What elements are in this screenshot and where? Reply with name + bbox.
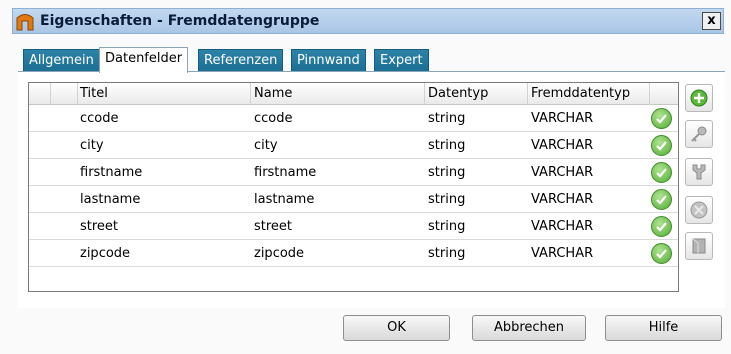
cell-titel: city [80, 138, 104, 153]
column-separator [250, 83, 251, 105]
cell-name: city [254, 138, 278, 153]
close-button[interactable]: x [702, 12, 721, 30]
title-bar[interactable]: Eigenschaften - Fremddatengruppe x [12, 8, 724, 34]
grid-header: Titel Name Datentyp Fremddatentyp [29, 83, 678, 105]
tab-referenzen[interactable]: Referenzen [198, 49, 284, 72]
key-button[interactable] [685, 120, 713, 148]
cell-titel: street [80, 219, 119, 234]
add-button[interactable] [685, 84, 713, 112]
ok-icon [651, 108, 672, 129]
cell-fremddatentyp: VARCHAR [531, 165, 594, 180]
delete-icon [690, 201, 708, 219]
app-icon [16, 14, 34, 31]
cell-name: street [254, 219, 293, 234]
tab-allgemein[interactable]: Allgemein [23, 49, 100, 72]
cell-name: zipcode [254, 246, 305, 261]
page-icon [692, 238, 706, 254]
table-row[interactable]: firstname firstname string VARCHAR [29, 159, 678, 186]
ok-icon [651, 243, 672, 264]
cell-datentyp: string [428, 138, 466, 153]
table-row[interactable]: city city string VARCHAR [29, 132, 678, 159]
page-button[interactable] [685, 232, 713, 260]
key-icon [691, 126, 707, 142]
wrench-button[interactable] [685, 158, 713, 186]
column-separator [527, 83, 528, 105]
cell-name: firstname [254, 165, 317, 180]
delete-button[interactable] [685, 196, 713, 224]
cell-datentyp: string [428, 192, 466, 207]
add-icon [690, 89, 708, 107]
properties-dialog: Eigenschaften - Fremddatengruppe x Allge… [0, 0, 731, 354]
column-header-name[interactable]: Name [254, 86, 292, 101]
ok-icon [651, 162, 672, 183]
cell-titel: zipcode [80, 246, 131, 261]
column-separator [424, 83, 425, 105]
window-title: Eigenschaften - Fremddatengruppe [40, 13, 320, 29]
cell-fremddatentyp: VARCHAR [531, 246, 594, 261]
table-row[interactable]: ccode ccode string VARCHAR [29, 105, 678, 132]
fields-grid[interactable]: Titel Name Datentyp Fremddatentyp ccode … [28, 82, 679, 292]
cell-fremddatentyp: VARCHAR [531, 138, 594, 153]
cell-fremddatentyp: VARCHAR [531, 111, 594, 126]
cell-datentyp: string [428, 246, 466, 261]
ok-icon [651, 189, 672, 210]
cell-titel: firstname [80, 165, 143, 180]
help-button[interactable]: Hilfe [605, 315, 722, 341]
cell-name: lastname [254, 192, 315, 207]
table-row[interactable]: lastname lastname string VARCHAR [29, 186, 678, 213]
table-row[interactable]: street street string VARCHAR [29, 213, 678, 240]
ok-icon [651, 135, 672, 156]
ok-icon [651, 216, 672, 237]
cell-titel: ccode [80, 111, 119, 126]
column-header-datentyp[interactable]: Datentyp [428, 86, 488, 101]
cell-titel: lastname [80, 192, 141, 207]
cell-fremddatentyp: VARCHAR [531, 192, 594, 207]
cell-datentyp: string [428, 111, 466, 126]
cancel-button[interactable]: Abbrechen [472, 315, 586, 341]
column-separator [77, 83, 78, 105]
wrench-icon [692, 164, 706, 180]
column-separator [649, 83, 650, 105]
cell-datentyp: string [428, 219, 466, 234]
column-header-fremddatentyp[interactable]: Fremddatentyp [531, 86, 630, 101]
table-row[interactable]: zipcode zipcode string VARCHAR [29, 240, 678, 267]
cell-datentyp: string [428, 165, 466, 180]
cell-fremddatentyp: VARCHAR [531, 219, 594, 234]
ok-button[interactable]: OK [343, 315, 450, 341]
column-separator [50, 83, 51, 105]
tab-expert[interactable]: Expert [374, 49, 429, 72]
cell-name: ccode [254, 111, 293, 126]
tab-datenfelder[interactable]: Datenfelder [99, 47, 189, 73]
tab-pinnwand[interactable]: Pinnwand [291, 49, 366, 72]
column-header-titel[interactable]: Titel [80, 86, 108, 101]
